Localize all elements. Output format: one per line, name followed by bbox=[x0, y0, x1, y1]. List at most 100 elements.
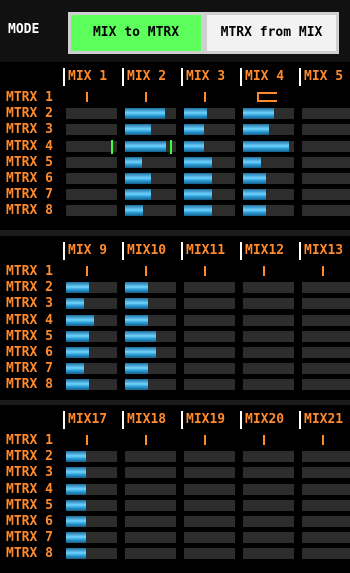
send-level-cell[interactable] bbox=[125, 92, 176, 103]
send-level-cell[interactable] bbox=[184, 173, 235, 184]
send-level-cell[interactable] bbox=[243, 548, 294, 560]
send-level-cell[interactable] bbox=[66, 108, 117, 120]
send-level-cell[interactable] bbox=[66, 435, 117, 446]
send-level-cell[interactable] bbox=[302, 330, 350, 342]
send-level-cell[interactable] bbox=[302, 92, 350, 103]
send-level-cell[interactable] bbox=[66, 548, 117, 560]
send-level-cell[interactable] bbox=[184, 124, 235, 136]
send-level-cell[interactable] bbox=[184, 189, 235, 201]
send-level-cell[interactable] bbox=[243, 330, 294, 342]
send-level-cell[interactable] bbox=[125, 363, 176, 375]
send-level-cell[interactable] bbox=[302, 205, 350, 217]
send-level-cell[interactable] bbox=[66, 156, 117, 168]
send-level-cell[interactable] bbox=[302, 532, 350, 544]
send-level-cell[interactable] bbox=[66, 140, 117, 152]
send-level-cell[interactable] bbox=[184, 467, 235, 479]
send-level-cell[interactable] bbox=[66, 205, 117, 217]
send-level-cell[interactable] bbox=[125, 347, 176, 358]
send-level-cell[interactable] bbox=[302, 140, 350, 152]
send-level-cell[interactable] bbox=[66, 282, 117, 294]
send-level-cell[interactable] bbox=[243, 499, 294, 511]
send-level-cell[interactable] bbox=[125, 124, 176, 136]
send-level-cell[interactable] bbox=[125, 205, 176, 217]
send-level-cell[interactable] bbox=[66, 363, 117, 375]
send-level-cell[interactable] bbox=[125, 483, 176, 495]
send-level-cell[interactable] bbox=[66, 124, 117, 136]
send-level-cell[interactable] bbox=[243, 205, 294, 217]
send-level-cell[interactable] bbox=[66, 347, 117, 358]
send-level-cell[interactable] bbox=[302, 298, 350, 310]
send-level-cell[interactable] bbox=[243, 483, 294, 495]
send-level-cell[interactable] bbox=[184, 140, 235, 152]
send-level-cell[interactable] bbox=[184, 347, 235, 358]
send-level-cell[interactable] bbox=[243, 189, 294, 201]
send-level-cell[interactable] bbox=[302, 314, 350, 326]
send-level-cell[interactable] bbox=[243, 347, 294, 358]
send-level-cell[interactable] bbox=[125, 532, 176, 544]
send-level-cell[interactable] bbox=[66, 92, 117, 103]
send-level-cell[interactable] bbox=[66, 314, 117, 326]
send-level-cell[interactable] bbox=[302, 379, 350, 391]
mix-to-matrix-button[interactable]: MIX to MTRX bbox=[68, 12, 204, 54]
send-level-cell[interactable] bbox=[302, 266, 350, 277]
send-level-cell[interactable] bbox=[243, 298, 294, 310]
send-level-cell[interactable] bbox=[243, 140, 294, 152]
matrix-from-mix-button[interactable]: MTRX from MIX bbox=[204, 12, 339, 54]
send-level-cell[interactable] bbox=[125, 108, 176, 120]
send-level-cell[interactable] bbox=[66, 330, 117, 342]
send-level-cell[interactable] bbox=[243, 516, 294, 527]
send-level-cell[interactable] bbox=[302, 189, 350, 201]
send-level-cell[interactable] bbox=[184, 548, 235, 560]
send-level-cell[interactable] bbox=[125, 435, 176, 446]
send-level-cell[interactable] bbox=[66, 189, 117, 201]
send-level-cell[interactable] bbox=[184, 298, 235, 310]
send-level-cell[interactable] bbox=[243, 108, 294, 120]
send-level-cell[interactable] bbox=[125, 330, 176, 342]
send-level-cell[interactable] bbox=[184, 266, 235, 277]
send-level-cell[interactable] bbox=[302, 156, 350, 168]
send-level-cell[interactable] bbox=[125, 467, 176, 479]
send-level-cell[interactable] bbox=[184, 205, 235, 217]
send-level-cell[interactable] bbox=[302, 548, 350, 560]
send-level-cell[interactable] bbox=[302, 499, 350, 511]
send-level-cell[interactable] bbox=[125, 156, 176, 168]
send-level-cell[interactable] bbox=[184, 516, 235, 527]
send-level-cell[interactable] bbox=[302, 435, 350, 446]
send-level-cell[interactable] bbox=[302, 516, 350, 527]
send-level-cell[interactable] bbox=[184, 379, 235, 391]
send-level-cell[interactable] bbox=[243, 282, 294, 294]
send-level-cell[interactable] bbox=[125, 282, 176, 294]
send-level-cell[interactable] bbox=[184, 435, 235, 446]
send-level-cell[interactable] bbox=[184, 92, 235, 103]
send-level-cell[interactable] bbox=[302, 173, 350, 184]
send-level-cell[interactable] bbox=[243, 532, 294, 544]
send-level-cell[interactable] bbox=[243, 451, 294, 463]
send-level-cell[interactable] bbox=[125, 298, 176, 310]
send-level-cell[interactable] bbox=[66, 379, 117, 391]
send-level-cell[interactable] bbox=[66, 483, 117, 495]
send-level-cell[interactable] bbox=[184, 451, 235, 463]
send-level-cell[interactable] bbox=[243, 156, 294, 168]
send-level-cell[interactable] bbox=[184, 499, 235, 511]
send-level-cell[interactable] bbox=[243, 363, 294, 375]
send-level-cell[interactable] bbox=[243, 379, 294, 391]
send-level-cell[interactable] bbox=[184, 156, 235, 168]
send-level-cell[interactable] bbox=[184, 532, 235, 544]
send-level-cell[interactable] bbox=[66, 516, 117, 527]
send-level-cell[interactable] bbox=[302, 347, 350, 358]
send-level-cell[interactable] bbox=[66, 499, 117, 511]
send-level-cell[interactable] bbox=[66, 298, 117, 310]
send-level-cell[interactable] bbox=[125, 266, 176, 277]
send-level-cell[interactable] bbox=[302, 483, 350, 495]
send-level-cell[interactable] bbox=[184, 314, 235, 326]
send-level-cell[interactable] bbox=[66, 173, 117, 184]
send-level-cell[interactable] bbox=[66, 266, 117, 277]
send-level-cell[interactable] bbox=[302, 124, 350, 136]
send-level-cell[interactable] bbox=[243, 266, 294, 277]
send-level-cell[interactable] bbox=[66, 451, 117, 463]
send-level-cell[interactable] bbox=[243, 124, 294, 136]
send-level-cell[interactable] bbox=[125, 189, 176, 201]
send-level-cell[interactable] bbox=[125, 379, 176, 391]
send-level-cell[interactable] bbox=[184, 282, 235, 294]
send-level-cell[interactable] bbox=[125, 548, 176, 560]
